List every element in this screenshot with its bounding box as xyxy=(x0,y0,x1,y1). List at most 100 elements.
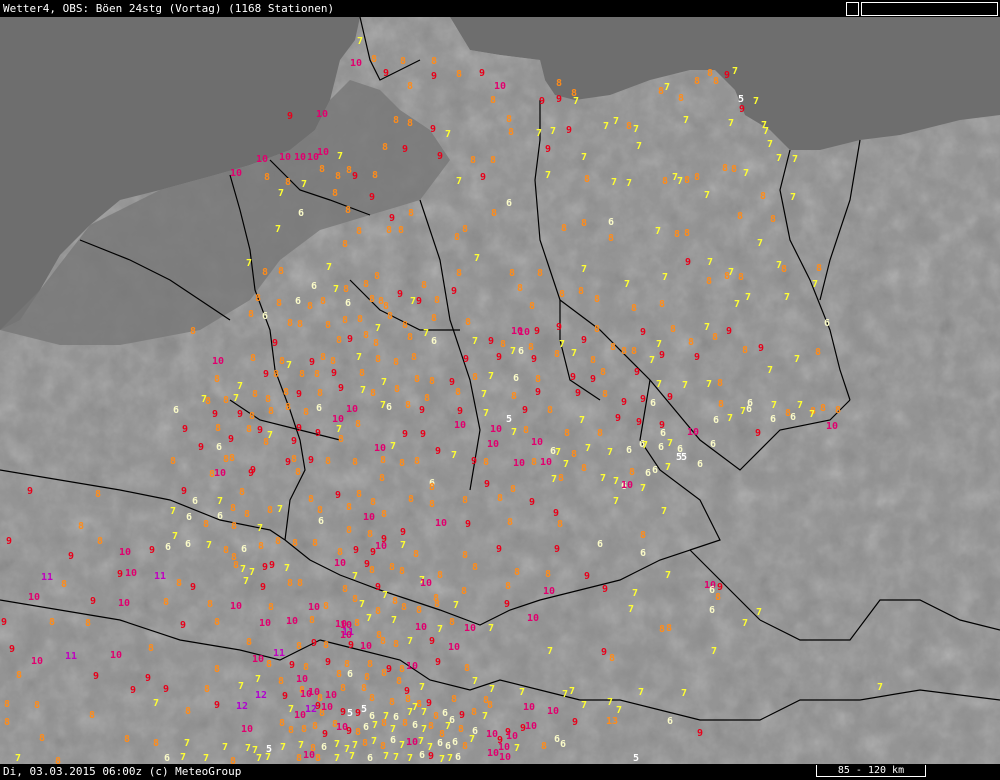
station-value: 9 xyxy=(198,442,204,453)
station-value: 10 xyxy=(279,152,291,163)
station-value: 8 xyxy=(356,489,362,500)
station-value: 8 xyxy=(352,457,358,468)
station-value: 7 xyxy=(238,681,244,692)
station-value: 8 xyxy=(319,164,325,175)
station-value: 8 xyxy=(355,419,361,430)
station-value: 7 xyxy=(607,697,613,708)
station-value: 6 xyxy=(431,336,437,347)
station-value: 8 xyxy=(399,566,405,577)
station-value: 8 xyxy=(273,369,279,380)
scroll-toggle-button[interactable] xyxy=(846,2,859,16)
station-value: 8 xyxy=(283,387,289,398)
station-value: 8 xyxy=(231,521,237,532)
station-value: 7 xyxy=(284,563,290,574)
station-value: 7 xyxy=(170,506,176,517)
station-value: 8 xyxy=(455,387,461,398)
station-value: 6 xyxy=(658,442,664,453)
station-value: 9 xyxy=(272,338,278,349)
station-value: 7 xyxy=(581,152,587,163)
map-panel[interactable]: 7 10 8 9 8 8 8 9 8 9 10 8 9 8 9 8 7 7 7 8 7 8 7 8 8 8 8 9 7 5 7 9 10 9 8 8 9… xyxy=(0,17,1000,764)
station-value: 9 xyxy=(262,562,268,573)
station-value: 8 xyxy=(508,127,514,138)
station-value: 7 xyxy=(664,82,670,93)
station-value: 8 xyxy=(393,639,399,650)
station-value: 10 xyxy=(406,661,418,672)
station-value: 9 xyxy=(228,434,234,445)
window-control-button[interactable] xyxy=(861,2,998,16)
station-value: 7 xyxy=(536,128,542,139)
station-value: 8 xyxy=(528,342,534,353)
station-value: 6 xyxy=(506,198,512,209)
station-value: 9 xyxy=(296,389,302,400)
station-value: 8 xyxy=(674,229,680,240)
station-value: 9 xyxy=(117,569,123,580)
station-value: 7 xyxy=(400,540,406,551)
station-value: 8 xyxy=(204,684,210,695)
station-value: 8 xyxy=(462,741,468,752)
station-value: 7 xyxy=(275,224,281,235)
station-value: 9 xyxy=(575,388,581,399)
station-value: 8 xyxy=(379,473,385,484)
station-value: 8 xyxy=(389,697,395,708)
station-value: 8 xyxy=(509,268,515,279)
station-value: 10 xyxy=(303,750,315,761)
station-value: 7 xyxy=(662,272,668,283)
station-value: 8 xyxy=(335,171,341,182)
station-value: 6 xyxy=(513,373,519,384)
station-value: 7 xyxy=(240,564,246,575)
station-value: 8 xyxy=(684,228,690,239)
station-value: 9 xyxy=(9,644,15,655)
station-value: 8 xyxy=(408,494,414,505)
station-value: 9 xyxy=(309,357,315,368)
station-value: 7 xyxy=(745,292,751,303)
station-value: 7 xyxy=(257,523,263,534)
station-value: 9 xyxy=(287,111,293,122)
station-value: 8 xyxy=(578,286,584,297)
station-value: 7 xyxy=(642,440,648,451)
station-value: 6 xyxy=(710,439,716,450)
station-value: 7 xyxy=(624,279,630,290)
station-value: 10 xyxy=(374,443,386,454)
station-map[interactable]: 710 898889 8 9108 989877 7 8 78 788889 75 79109 8 89… xyxy=(0,17,1000,764)
station-value: 7 xyxy=(349,751,355,762)
station-value: 7 xyxy=(628,604,634,615)
station-value: 8 xyxy=(610,342,616,353)
station-value: 7 xyxy=(656,339,662,350)
station-value: 8 xyxy=(355,727,361,738)
station-value: 9 xyxy=(758,343,764,354)
station-value: 9 xyxy=(397,289,403,300)
station-value: 10 xyxy=(826,421,838,432)
station-value: 7 xyxy=(278,188,284,199)
station-value: 8 xyxy=(429,499,435,510)
station-value: 8 xyxy=(203,519,209,530)
station-value: 8 xyxy=(454,232,460,243)
station-value: 10 xyxy=(518,327,530,338)
station-value: 9 xyxy=(375,582,381,593)
station-value: 10 xyxy=(375,541,387,552)
station-value: 8 xyxy=(276,298,282,309)
station-value: 8 xyxy=(342,239,348,250)
station-value: 9 xyxy=(529,497,535,508)
station-value: 8 xyxy=(392,596,398,607)
station-value: 7 xyxy=(245,743,251,754)
station-value: 8 xyxy=(571,449,577,460)
status-bar: Di, 03.03.2015 06:00z (c) MeteoGroup 85 … xyxy=(0,764,1000,780)
station-value: 7 xyxy=(704,190,710,201)
station-value: 7 xyxy=(423,328,429,339)
station-value: 10 xyxy=(487,439,499,450)
station-value: 6 xyxy=(311,281,317,292)
station-value: 9 xyxy=(353,545,359,556)
station-value: 7 xyxy=(792,154,798,165)
station-value: 9 xyxy=(584,571,590,582)
station-value: 8 xyxy=(315,753,321,764)
station-value: 7 xyxy=(633,124,639,135)
station-value: 8 xyxy=(626,121,632,132)
station-value: 8 xyxy=(296,753,302,764)
station-value: 8 xyxy=(229,453,235,464)
station-value: 6 xyxy=(217,511,223,522)
station-value: 8 xyxy=(688,337,694,348)
station-value: 8 xyxy=(554,349,560,360)
station-value: 7 xyxy=(743,168,749,179)
station-value: 7 xyxy=(372,720,378,731)
station-value: 8 xyxy=(400,56,406,67)
